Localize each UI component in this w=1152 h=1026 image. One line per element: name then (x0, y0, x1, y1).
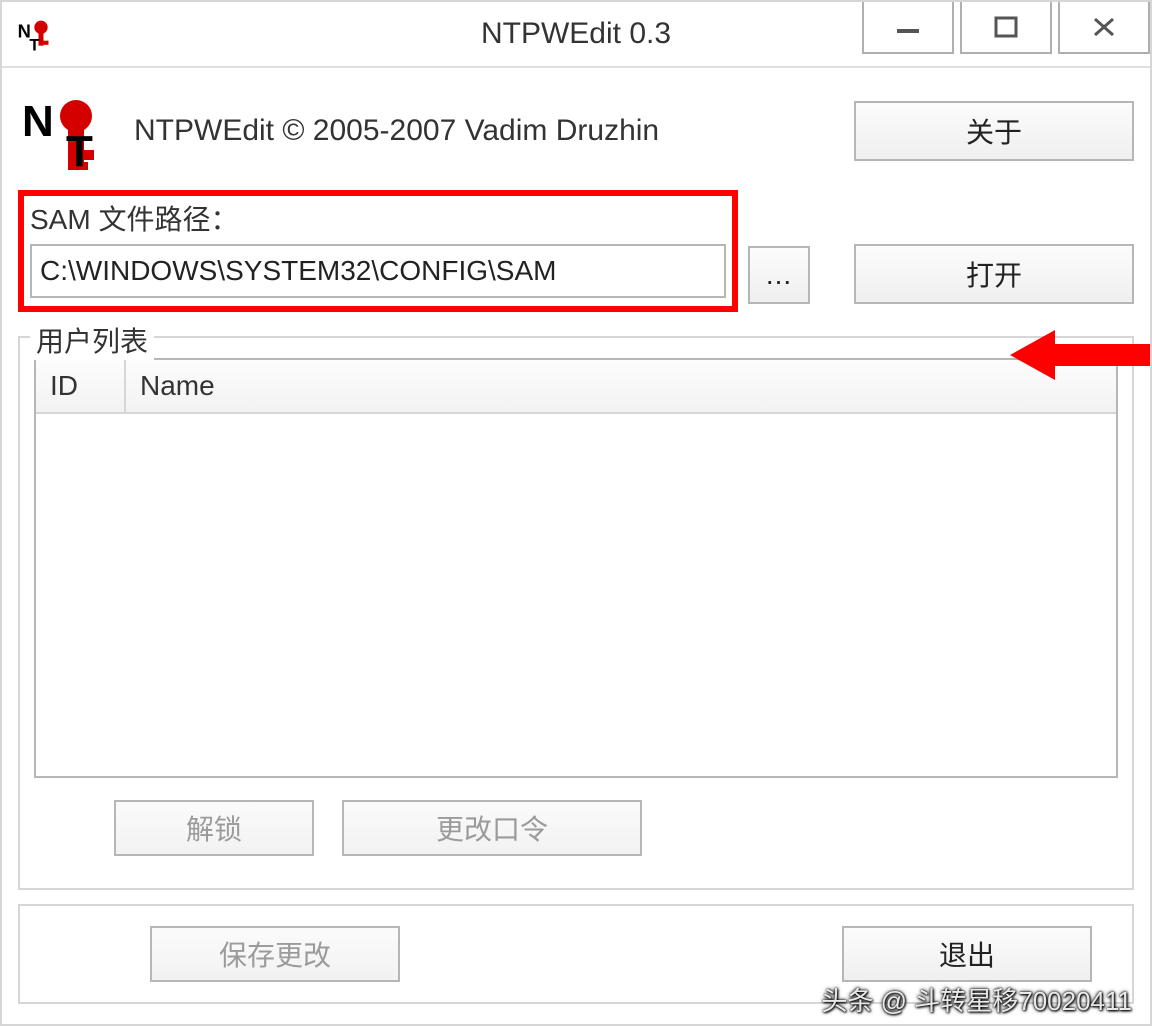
app-icon: N T (12, 10, 60, 58)
app-window: N T NTPWEdit 0.3 N (0, 0, 1152, 1026)
close-button[interactable] (1058, 2, 1150, 54)
unlock-button[interactable]: 解锁 (114, 800, 314, 856)
minimize-button[interactable] (862, 2, 954, 54)
content-area: N T NTPWEdit © 2005-2007 Vadim Druzhin 关… (2, 68, 1150, 890)
sam-highlight-box: SAM 文件路径： (18, 190, 738, 312)
open-button[interactable]: 打开 (854, 244, 1134, 304)
browse-button[interactable]: ... (748, 246, 810, 304)
svg-text:T: T (29, 36, 39, 54)
listview-body (36, 414, 1116, 776)
logo-icon: N T (18, 86, 118, 176)
column-name[interactable]: Name (126, 360, 1116, 412)
about-button[interactable]: 关于 (854, 101, 1134, 161)
change-password-button[interactable]: 更改口令 (342, 800, 642, 856)
userlist-groupbox: 用户列表 ID Name 解锁 更改口令 (18, 336, 1134, 890)
bottom-bar: 保存更改 退出 (18, 904, 1134, 1004)
svg-text:T: T (66, 127, 93, 176)
userlist-legend: 用户列表 (30, 320, 154, 360)
sam-path-input[interactable] (30, 244, 726, 298)
svg-text:N: N (22, 97, 54, 146)
copyright-text: NTPWEdit © 2005-2007 Vadim Druzhin (134, 114, 838, 148)
sam-path-row: SAM 文件路径： ... 打开 (18, 190, 1134, 312)
window-controls (856, 2, 1150, 56)
header-row: N T NTPWEdit © 2005-2007 Vadim Druzhin 关… (18, 86, 1134, 176)
userlist-listview[interactable]: ID Name (34, 358, 1118, 778)
titlebar: N T NTPWEdit 0.3 (2, 2, 1150, 68)
sam-path-label: SAM 文件路径： (30, 198, 726, 238)
maximize-button[interactable] (960, 2, 1052, 54)
column-id[interactable]: ID (36, 360, 126, 412)
userlist-actions: 解锁 更改口令 (34, 778, 1118, 874)
save-changes-button[interactable]: 保存更改 (150, 926, 400, 982)
listview-header: ID Name (36, 360, 1116, 414)
exit-button[interactable]: 退出 (842, 926, 1092, 982)
